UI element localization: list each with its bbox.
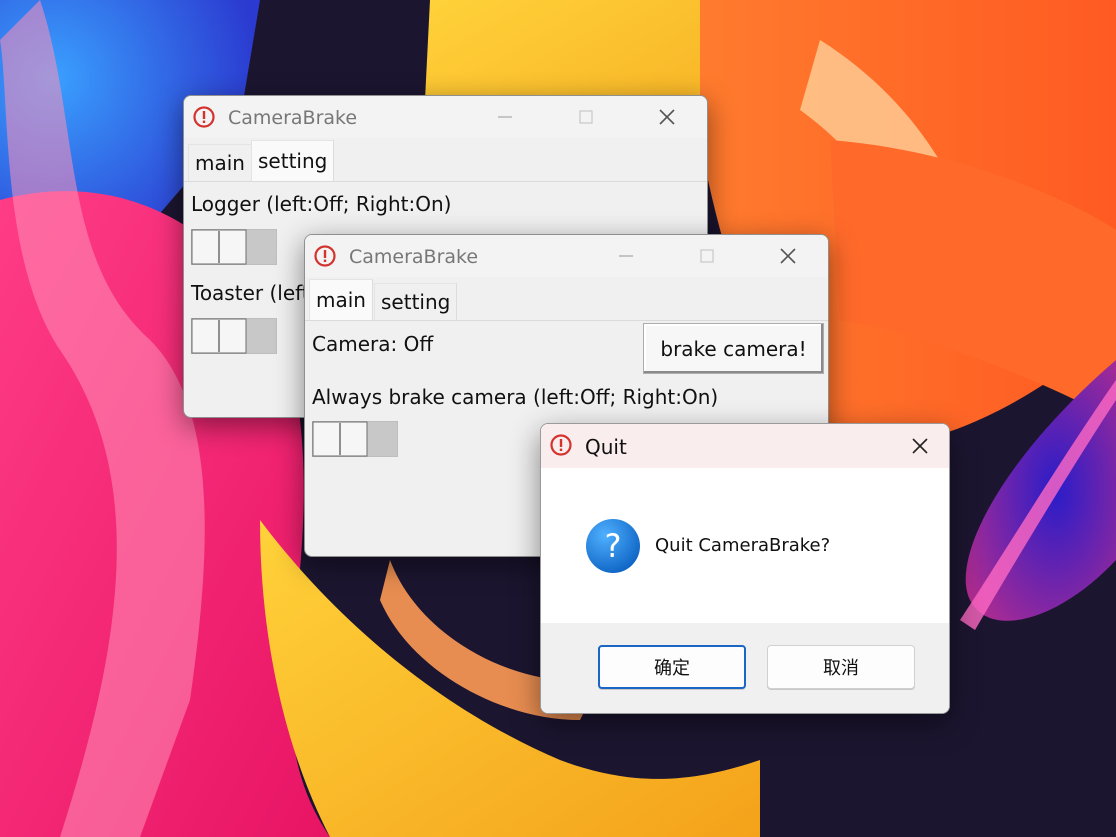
title-bar[interactable]: CameraBrake xyxy=(305,235,828,277)
quit-dialog: Quit ? Quit CameraBrake? 确定 取消 xyxy=(540,423,950,714)
brake-camera-button[interactable]: brake camera! xyxy=(643,323,824,374)
close-icon[interactable] xyxy=(897,430,943,462)
title-bar[interactable]: CameraBrake xyxy=(184,96,707,138)
minimize-icon[interactable] xyxy=(482,102,528,132)
tab-main[interactable]: main xyxy=(309,279,373,320)
camera-status: Camera: Off xyxy=(312,332,434,356)
alert-circle-icon xyxy=(193,106,215,128)
always-brake-label: Always brake camera (left:Off; Right:On) xyxy=(312,385,719,409)
svg-text:?: ? xyxy=(605,527,622,565)
close-icon[interactable] xyxy=(765,241,811,271)
alert-circle-icon xyxy=(550,434,572,456)
dialog-message: Quit CameraBrake? xyxy=(655,535,831,556)
window-title: CameraBrake xyxy=(228,107,358,129)
tab-setting[interactable]: setting xyxy=(374,283,458,320)
alert-circle-icon xyxy=(314,245,336,267)
window-title: CameraBrake xyxy=(349,246,479,268)
maximize-icon[interactable] xyxy=(563,102,609,132)
minimize-icon[interactable] xyxy=(603,241,649,271)
question-icon: ? xyxy=(586,519,640,573)
tab-main[interactable]: main xyxy=(188,144,252,181)
maximize-icon[interactable] xyxy=(684,241,730,271)
close-icon[interactable] xyxy=(644,102,690,132)
logger-label: Logger (left:Off; Right:On) xyxy=(191,192,452,216)
dialog-title: Quit xyxy=(585,435,627,459)
toaster-toggle[interactable] xyxy=(191,318,277,354)
tab-divider xyxy=(184,181,707,182)
ok-button[interactable]: 确定 xyxy=(598,645,746,689)
tab-divider xyxy=(305,320,828,321)
always-brake-toggle[interactable] xyxy=(312,421,398,457)
cancel-button[interactable]: 取消 xyxy=(767,645,915,689)
tab-setting[interactable]: setting xyxy=(251,140,335,181)
dialog-title-bar[interactable]: Quit xyxy=(541,424,949,468)
logger-toggle[interactable] xyxy=(191,229,277,265)
